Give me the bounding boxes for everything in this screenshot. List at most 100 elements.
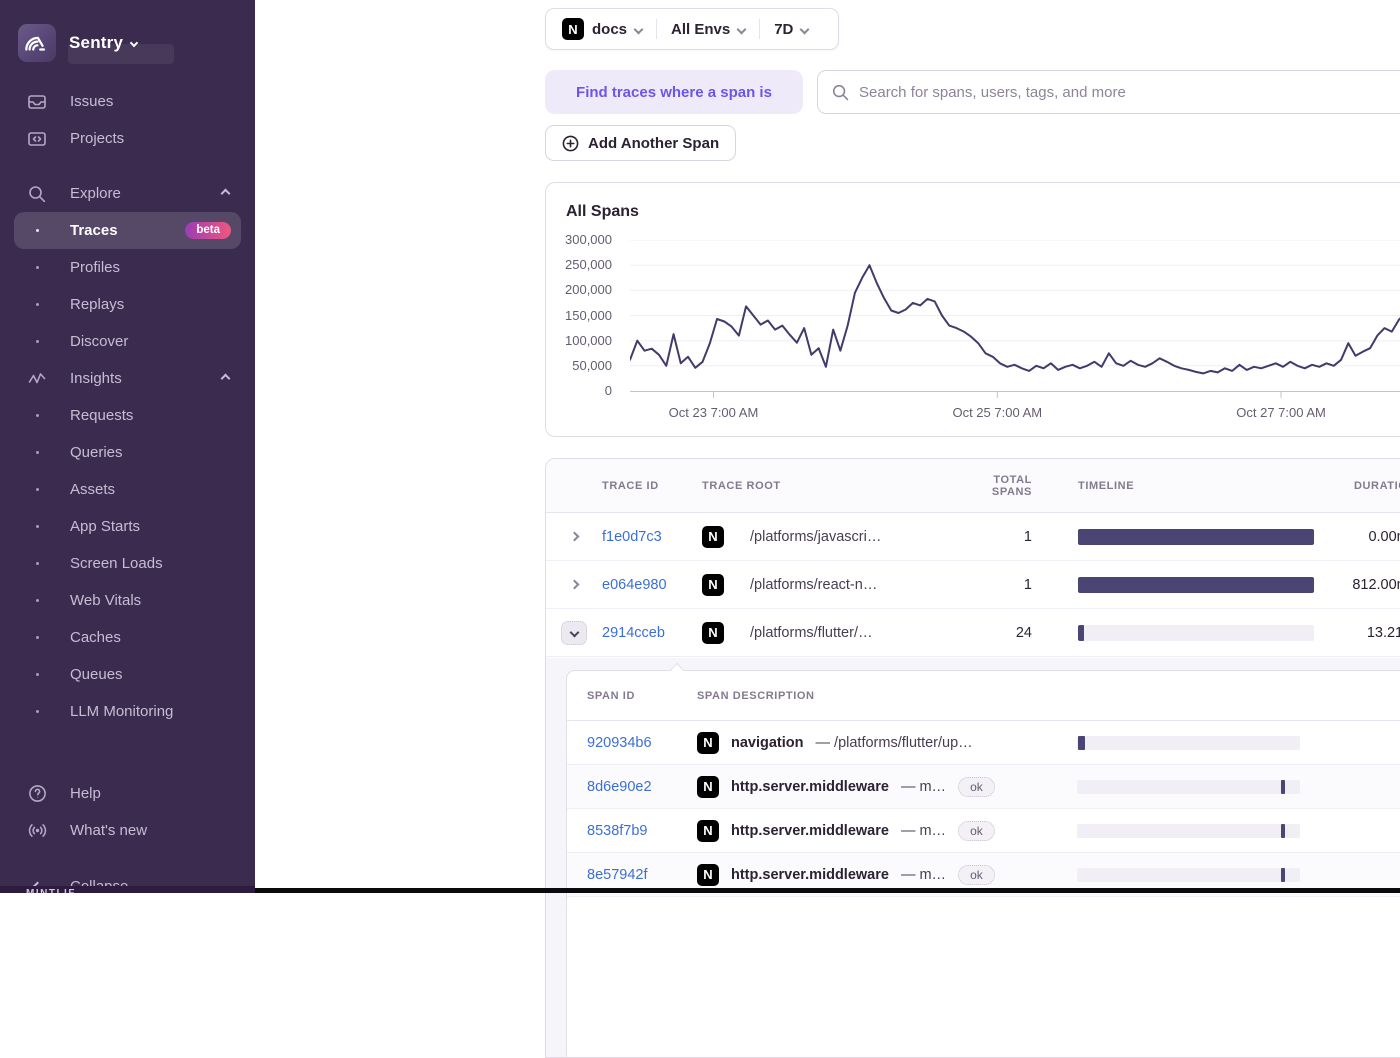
span-timeline-bar — [1077, 823, 1300, 838]
chevron-up-icon — [220, 373, 231, 384]
nextjs-platform-icon: N — [697, 819, 719, 842]
sidebar-item-label: LLM Monitoring — [70, 703, 174, 720]
sidebar-item-llm-monitoring[interactable]: LLM Monitoring — [14, 693, 241, 730]
y-tick-label: 200,000 — [565, 282, 612, 298]
sidebar-item-assets[interactable]: Assets — [14, 471, 241, 508]
sidebar-item-requests[interactable]: Requests — [14, 397, 241, 434]
span-timeline-bar — [1077, 867, 1300, 882]
total-spans-value: 1 — [1023, 528, 1032, 545]
span-duration-value: 0.00ms — [1312, 823, 1400, 839]
spans-table-header: SPAN ID SPAN DESCRIPTION SPAN DURATION T… — [567, 671, 1400, 721]
timeline-bar — [1078, 528, 1314, 545]
col-total-spans: TOTAL SPANS — [991, 473, 1032, 498]
span-status-badge: ok — [958, 820, 995, 841]
sidebar-item-label: Caches — [70, 629, 121, 646]
trace-root-path: /platforms/javascri… — [750, 528, 882, 545]
y-tick-label: 250,000 — [565, 257, 612, 273]
x-tick-label: Oct 25 7:00 AM — [952, 405, 1043, 420]
col-span-description: SPAN DESCRIPTION — [697, 689, 815, 702]
sidebar: Sentry Issues Projects Explore Traces be… — [0, 0, 255, 893]
date-range-selector[interactable]: 7D — [760, 21, 822, 38]
sidebar-item-whats-new[interactable]: What's new — [14, 812, 241, 849]
bullet-icon — [14, 414, 60, 417]
org-footer-clipped[interactable]: MINTLIF — [0, 886, 255, 893]
projects-icon — [14, 130, 60, 148]
sidebar-item-projects[interactable]: Projects — [14, 120, 241, 157]
help-icon — [14, 784, 60, 803]
sidebar-item-app-starts[interactable]: App Starts — [14, 508, 241, 545]
chart-title: All Spans — [566, 203, 639, 220]
table-row-expanded: 2914cceb N/platforms/flutter/… 24 13.21h… — [546, 609, 1400, 657]
col-trace-root: TRACE ROOT — [702, 479, 781, 492]
total-spans-value: 1 — [1023, 576, 1032, 593]
sidebar-item-label: Help — [70, 785, 101, 802]
chevron-down-icon — [736, 24, 747, 34]
divider — [0, 849, 255, 868]
sidebar-item-label: Queries — [70, 444, 123, 461]
traces-table-header: TRACE ID TRACE ROOT TOTAL SPANS TIMELINE… — [546, 459, 1400, 513]
trace-id-link[interactable]: 2914cceb — [602, 625, 702, 641]
search-input[interactable] — [859, 83, 1400, 101]
sidebar-item-help[interactable]: Help — [14, 775, 241, 812]
x-tick-label: Oct 23 7:00 AM — [668, 405, 759, 420]
expand-row-button[interactable] — [561, 573, 587, 597]
environment-selector[interactable]: All Envs — [657, 21, 759, 38]
sidebar-item-profiles[interactable]: Profiles — [14, 249, 241, 286]
table-row: e064e980 N/platforms/react-n… 1 812.00ms… — [546, 561, 1400, 609]
project-selector-value: docs — [592, 20, 628, 38]
nextjs-platform-icon: N — [702, 525, 724, 548]
sidebar-item-issues[interactable]: Issues — [14, 83, 241, 120]
trace-id-link[interactable]: f1e0d7c3 — [602, 529, 702, 545]
sidebar-item-queues[interactable]: Queues — [14, 656, 241, 693]
nextjs-platform-icon: N — [562, 18, 584, 40]
sentry-logo-icon — [25, 36, 46, 51]
span-id-link[interactable]: 8d6e90e2 — [567, 779, 697, 795]
sidebar-item-replays[interactable]: Replays — [14, 286, 241, 323]
sidebar-item-label: Profiles — [70, 259, 121, 276]
span-row: 8d6e90e2 Nhttp.server.middleware — m… ok 0… — [567, 765, 1400, 809]
section-label: Explore — [70, 185, 121, 202]
span-desc: — m… — [900, 778, 947, 795]
span-timeline-bar — [1077, 735, 1300, 750]
y-tick-label: 50,000 — [572, 357, 612, 373]
trace-id-link[interactable]: e064e980 — [602, 577, 702, 593]
beta-badge: beta — [185, 222, 231, 239]
bullet-icon — [14, 340, 60, 343]
sidebar-item-queries[interactable]: Queries — [14, 434, 241, 471]
chevron-down-icon — [799, 24, 810, 34]
project-selector[interactable]: N docs — [562, 18, 656, 40]
sidebar-item-web-vitals[interactable]: Web Vitals — [14, 582, 241, 619]
sidebar-item-label: Replays — [70, 296, 125, 313]
collapse-row-button[interactable] — [561, 620, 587, 645]
duration-value: 0.00ms — [1368, 528, 1400, 545]
nextjs-platform-icon: N — [697, 731, 719, 754]
sidebar-section-insights[interactable]: Insights — [14, 360, 241, 397]
sidebar-item-discover[interactable]: Discover — [14, 323, 241, 360]
add-another-span-button[interactable]: Add Another Span — [545, 125, 737, 161]
x-tick-label: Oct 27 7:00 AM — [1236, 405, 1326, 420]
chart-plot-area[interactable] — [630, 240, 1400, 400]
bullet-icon — [14, 451, 60, 454]
span-id-link[interactable]: 8e57942f — [567, 867, 697, 883]
org-name-placeholder — [68, 44, 174, 64]
sidebar-section-explore[interactable]: Explore — [14, 175, 241, 212]
sidebar-item-label: Discover — [70, 333, 129, 350]
timeline-bar — [1078, 624, 1314, 641]
all-spans-chart-panel: All Spans span 1: All spans 050,000100,0… — [545, 182, 1400, 437]
expand-row-button[interactable] — [561, 525, 587, 549]
x-axis-labels: Oct 23 7:00 AM Oct 25 7:00 AM Oct 27 7:00 … — [630, 405, 1400, 421]
find-traces-label-button[interactable]: Find traces where a span is — [545, 70, 803, 114]
insights-icon — [14, 370, 60, 388]
sidebar-item-screen-loads[interactable]: Screen Loads — [14, 545, 241, 582]
traces-table-panel: TRACE ID TRACE ROOT TOTAL SPANS TIMELINE… — [545, 458, 1400, 1058]
sidebar-item-traces[interactable]: Traces beta — [14, 212, 241, 249]
span-status-badge: ok — [958, 864, 995, 885]
span-id-link[interactable]: 920934b6 — [567, 735, 697, 751]
divider — [0, 730, 255, 775]
nextjs-platform-icon: N — [702, 621, 724, 644]
bullet-icon — [14, 599, 60, 602]
y-tick-label: 150,000 — [565, 307, 612, 323]
sidebar-item-caches[interactable]: Caches — [14, 619, 241, 656]
span-id-link[interactable]: 8538f7b9 — [567, 823, 697, 839]
span-duration-value: 0.00ms — [1312, 779, 1400, 795]
